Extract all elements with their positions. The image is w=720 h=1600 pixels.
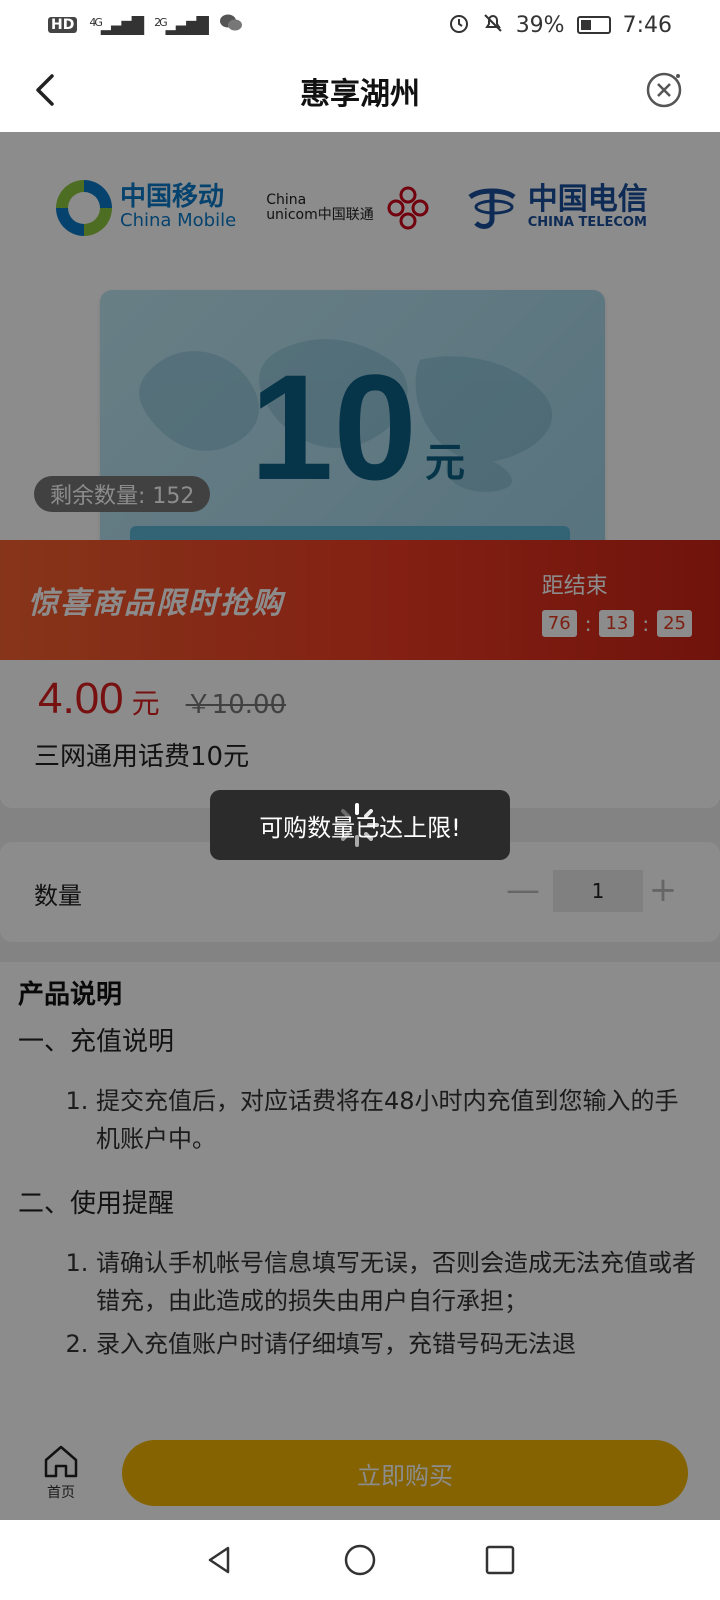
- product-banner: 中国移动 China Mobile China unicom中国联通 中国电信 …: [0, 132, 720, 570]
- close-button[interactable]: [644, 70, 684, 110]
- china-telecom-logo: 中国电信 CHINA TELECOM: [464, 183, 648, 233]
- carrier-logos: 中国移动 China Mobile China unicom中国联通 中国电信 …: [56, 180, 648, 236]
- status-left: HD 4G▂▄▆█ 2G▂▄▆█: [48, 13, 243, 38]
- china-mobile-icon: [56, 180, 112, 236]
- signal-icon-4g: 4G▂▄▆█: [89, 15, 144, 35]
- countdown-seconds: 25: [657, 610, 692, 637]
- unicom-en2: unicom中国联通: [266, 207, 374, 223]
- buy-now-button[interactable]: 立即购买: [122, 1440, 688, 1506]
- countdown-timer: 76 : 13 : 25: [541, 610, 692, 637]
- bottom-action-bar: 首页 立即购买: [0, 1430, 720, 1520]
- status-right: 39% 7:46: [448, 12, 672, 39]
- signal-icon-2g: 2G▂▄▆█: [154, 15, 209, 35]
- chevron-left-icon: [36, 74, 54, 106]
- recharge-card: 10 元: [100, 290, 605, 570]
- price-panel: 4.00 元 ￥10.00 三网通用话费10元: [0, 660, 720, 808]
- home-icon: [44, 1445, 78, 1478]
- product-name: 三网通用话费10元: [34, 742, 250, 772]
- home-label: 首页: [47, 1485, 75, 1501]
- page-title: 惠享湖州: [300, 77, 420, 112]
- system-nav-bar: [0, 1520, 720, 1600]
- price-unit: 元: [131, 687, 160, 720]
- status-bar: HD 4G▂▄▆█ 2G▂▄▆█ 39% 7:46: [0, 0, 720, 50]
- list-item: 录入充值账户时请仔细填写，充错号码无法退: [96, 1325, 702, 1363]
- unicom-en1: China: [266, 191, 307, 208]
- list-item: 提交充值后，对应话费将在48小时内充值到您输入的手机账户中。: [96, 1082, 702, 1159]
- countdown: 距结束 76 : 13 : 25: [541, 568, 692, 637]
- home-button[interactable]: 首页: [36, 1442, 86, 1502]
- description-list-2: 请确认手机帐号信息填写无误，否则会造成无法充值或者错充，由此造成的损失由用户自行…: [18, 1244, 702, 1363]
- back-button[interactable]: [26, 70, 66, 110]
- list-item: 请确认手机帐号信息填写无误，否则会造成无法充值或者错充，由此造成的损失由用户自行…: [96, 1244, 702, 1321]
- china-mobile-name: 中国移动: [120, 182, 225, 213]
- countdown-hours: 76: [541, 610, 577, 637]
- china-telecom-name: 中国电信: [527, 182, 648, 218]
- countdown-minutes: 13: [599, 610, 635, 637]
- quantity-minus-button[interactable]: —: [506, 870, 540, 910]
- description-title: 产品说明: [18, 980, 123, 1010]
- china-telecom-en: CHINA TELECOM: [527, 215, 647, 231]
- alarm-icon: [448, 12, 470, 39]
- card-unit: 元: [425, 440, 465, 486]
- product-description: 产品说明 一、充值说明 提交充值后，对应话费将在48小时内充值到您输入的手机账户…: [0, 962, 720, 1430]
- original-price: ￥10.00: [185, 690, 287, 720]
- battery-icon: [576, 16, 611, 34]
- quantity-input[interactable]: [553, 870, 643, 912]
- description-section-1: 一、充值说明: [18, 1027, 175, 1057]
- description-section-2: 二、使用提醒: [18, 1188, 175, 1219]
- china-mobile-en: China Mobile: [120, 210, 237, 232]
- loading-spinner-icon: [335, 803, 379, 847]
- china-unicom-knot-icon: [387, 186, 429, 230]
- china-unicom-logo: China unicom中国联通: [266, 185, 434, 231]
- countdown-sep: :: [642, 611, 650, 636]
- system-back-icon[interactable]: [202, 1542, 238, 1578]
- stock-badge: 剩余数量: 152: [34, 476, 211, 512]
- nav-bar: 惠享湖州: [0, 50, 720, 132]
- hd-badge: HD: [48, 17, 78, 33]
- system-home-icon[interactable]: [342, 1542, 378, 1578]
- countdown-sep: :: [584, 611, 592, 636]
- china-mobile-logo: 中国移动 China Mobile: [56, 180, 236, 236]
- main-content: 中国移动 China Mobile China unicom中国联通 中国电信 …: [0, 132, 720, 1430]
- china-telecom-icon: [468, 188, 516, 229]
- card-amount: 10: [250, 343, 417, 511]
- flash-sale-bar: 惊喜商品限时抢购 距结束 76 : 13 : 25: [0, 540, 720, 660]
- quantity-label: 数量: [34, 882, 82, 910]
- mute-bell-icon: [482, 12, 504, 39]
- price-row: 4.00 元 ￥10.00: [38, 674, 286, 724]
- close-circle-icon: [646, 72, 682, 108]
- description-list-1: 提交充值后，对应话费将在48小时内充值到您输入的手机账户中。: [18, 1082, 702, 1159]
- countdown-label: 距结束: [541, 574, 608, 599]
- clock: 7:46: [622, 12, 672, 38]
- battery-percent: 39%: [515, 12, 565, 38]
- wechat-icon: [219, 13, 243, 38]
- quantity-plus-button[interactable]: +: [648, 870, 678, 910]
- system-recents-icon[interactable]: [482, 1542, 518, 1578]
- flash-sale-title: 惊喜商品限时抢购: [28, 586, 284, 621]
- current-price: 4.00: [38, 674, 124, 723]
